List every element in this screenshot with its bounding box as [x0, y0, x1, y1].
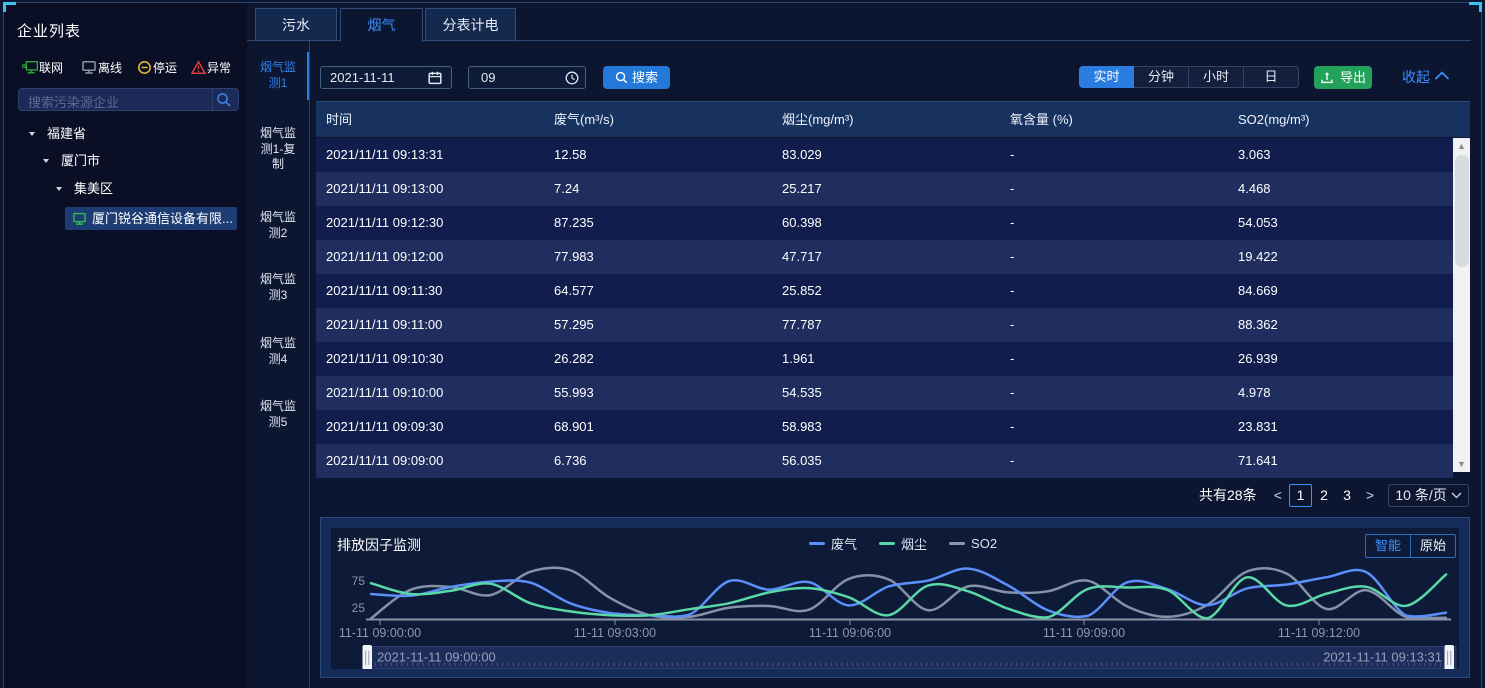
svg-text:25: 25	[352, 601, 366, 615]
svg-text:11-11 09:06:00: 11-11 09:06:00	[809, 626, 891, 640]
svg-text:75: 75	[352, 574, 366, 588]
svg-text:11-11 09:00:00: 11-11 09:00:00	[339, 626, 421, 640]
svg-text:2021-11-11 09:13:31: 2021-11-11 09:13:31	[1323, 650, 1442, 665]
svg-text:11-11 09:09:00: 11-11 09:09:00	[1043, 626, 1125, 640]
svg-text:2021-11-11 09:00:00: 2021-11-11 09:00:00	[377, 650, 496, 665]
svg-text:11-11 09:03:00: 11-11 09:03:00	[574, 626, 656, 640]
svg-text:11-11 09:12:00: 11-11 09:12:00	[1278, 626, 1360, 640]
